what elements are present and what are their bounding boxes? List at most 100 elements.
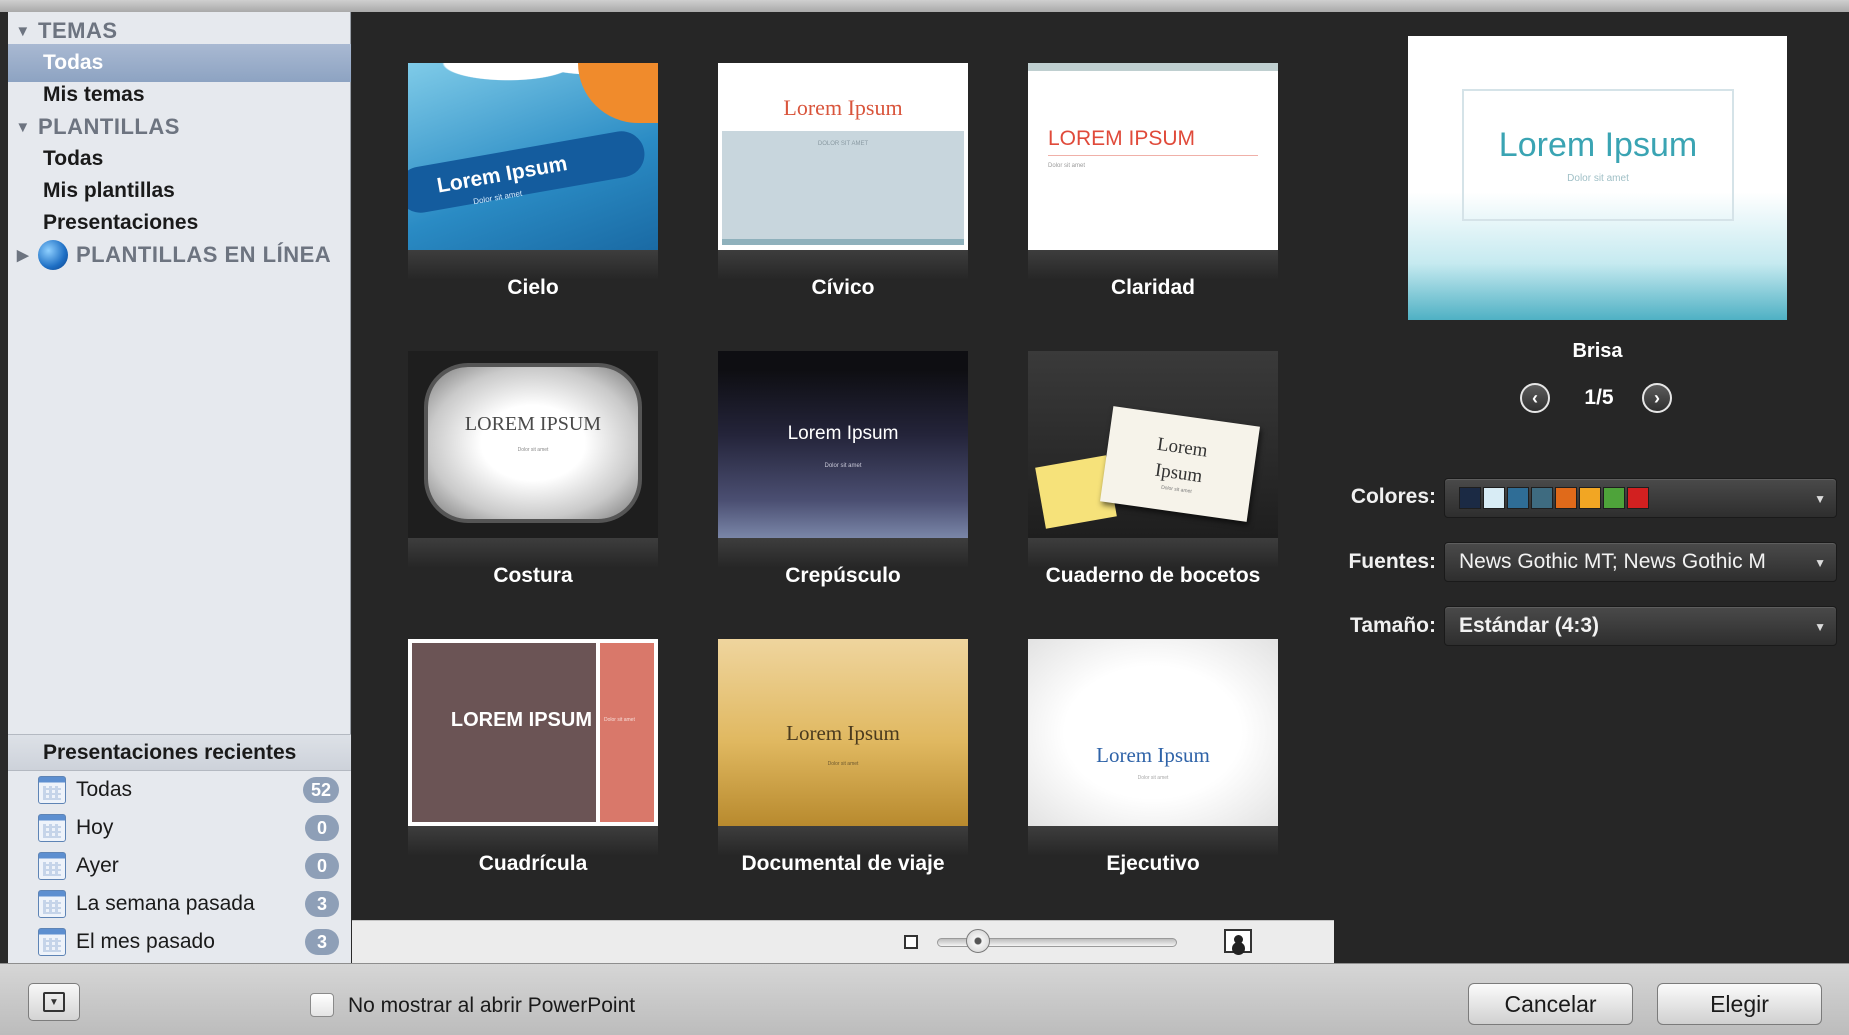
recent-item-label: El mes pasado bbox=[76, 930, 215, 953]
fonts-dropdown[interactable]: News Gothic MT; News Gothic M ▼ bbox=[1444, 542, 1837, 582]
recent-item-mes-pasado[interactable]: El mes pasado 3 bbox=[8, 923, 351, 961]
recent-header: Presentaciones recientes bbox=[8, 735, 351, 771]
colors-label: Colores: bbox=[1350, 485, 1436, 508]
thumb-title: LOREM IPSUM bbox=[464, 413, 602, 435]
theme-thumb-documental-de-viaje[interactable]: Lorem Ipsum Dolor sit amet bbox=[718, 639, 968, 826]
colors-dropdown[interactable]: ▼ bbox=[1444, 478, 1837, 518]
section-temas-label: TEMAS bbox=[38, 18, 118, 43]
theme-preview: Lorem Ipsum Dolor sit amet bbox=[1408, 36, 1787, 320]
sidebar-toggle-button[interactable]: ▼ bbox=[28, 983, 80, 1021]
recent-item-todas[interactable]: Todas 52 bbox=[8, 771, 351, 809]
sidebar-item-label: Todas bbox=[43, 147, 104, 170]
thumb-subtitle: DOLOR SIT AMET bbox=[817, 141, 869, 147]
theme-name-crepusculo: Crepúsculo bbox=[785, 564, 901, 587]
large-thumbnail-icon[interactable] bbox=[1224, 929, 1252, 953]
theme-gallery: Lorem Ipsum Dolor sit amet Cielo Lorem I… bbox=[352, 12, 1334, 920]
thumb-title: Lorem Ipsum bbox=[1096, 743, 1210, 767]
choose-button[interactable]: Elegir bbox=[1657, 983, 1822, 1025]
theme-thumb-cuadricula[interactable]: LOREM IPSUM Dolor sit amet bbox=[408, 639, 658, 826]
calendar-icon bbox=[38, 928, 66, 956]
theme-name-cielo: Cielo bbox=[507, 276, 559, 299]
color-swatch bbox=[1507, 487, 1529, 509]
thumb-band bbox=[722, 131, 964, 243]
dont-show-label[interactable]: No mostrar al abrir PowerPoint bbox=[348, 994, 635, 1018]
color-swatches bbox=[1459, 487, 1651, 509]
thumb-subtitle: Dolor sit amet bbox=[604, 717, 635, 723]
calendar-icon bbox=[38, 814, 66, 842]
chevron-down-icon: ▼ bbox=[1814, 492, 1826, 506]
count-badge: 3 bbox=[305, 891, 339, 917]
size-label: Tamaño: bbox=[1350, 614, 1436, 637]
thumb-title: Lorem Ipsum bbox=[1153, 433, 1209, 488]
calendar-icon bbox=[38, 890, 66, 918]
thumb-subtitle: Dolor sit amet bbox=[824, 463, 862, 469]
theme-name-claridad: Claridad bbox=[1110, 276, 1196, 299]
sidebar-item-label: Presentaciones bbox=[43, 211, 199, 234]
thumb-subtitle: Dolor sit amet bbox=[827, 761, 859, 767]
count-badge: 3 bbox=[305, 929, 339, 955]
thumbnail-zoom-bar bbox=[352, 920, 1334, 963]
fonts-label: Fuentes: bbox=[1348, 550, 1436, 573]
thumb-band bbox=[722, 239, 964, 245]
theme-name-ejecutivo: Ejecutivo bbox=[1106, 852, 1200, 875]
thumb-panel bbox=[412, 643, 596, 822]
chevron-down-icon: ▼ bbox=[1814, 620, 1826, 634]
preview-theme-name: Brisa bbox=[1572, 340, 1623, 362]
recent-item-label: Hoy bbox=[76, 816, 114, 839]
recent-item-ayer[interactable]: Ayer 0 bbox=[8, 847, 351, 885]
cancel-button[interactable]: Cancelar bbox=[1468, 983, 1633, 1025]
thumb-subtitle: Dolor sit amet bbox=[517, 447, 549, 453]
theme-thumb-claridad[interactable]: LOREM IPSUM Dolor sit amet bbox=[1028, 63, 1278, 250]
theme-thumb-cielo[interactable]: Lorem Ipsum Dolor sit amet bbox=[408, 63, 658, 250]
recent-item-hoy[interactable]: Hoy 0 bbox=[8, 809, 351, 847]
theme-name-costura: Costura bbox=[493, 564, 573, 587]
calendar-icon bbox=[38, 852, 66, 880]
thumb-title: Lorem Ipsum bbox=[787, 423, 899, 444]
theme-name-documental-de-viaje: Documental de viaje bbox=[741, 852, 945, 875]
color-swatch bbox=[1459, 487, 1481, 509]
dont-show-checkbox[interactable] bbox=[310, 993, 334, 1017]
count-badge: 0 bbox=[305, 853, 339, 879]
calendar-icon bbox=[38, 776, 66, 804]
thumb-title: Lorem Ipsum bbox=[783, 95, 903, 120]
section-plantillas-en-linea[interactable]: ▶ PLANTILLAS EN LÍNEA bbox=[8, 236, 351, 274]
size-dropdown[interactable]: Estándar (4:3) ▼ bbox=[1444, 606, 1837, 646]
chevron-right-icon[interactable]: › bbox=[1642, 383, 1672, 413]
thumb-rule bbox=[1048, 155, 1258, 156]
color-swatch bbox=[1483, 487, 1505, 509]
globe-icon bbox=[38, 240, 68, 270]
chevron-down-icon: ▼ bbox=[1814, 556, 1826, 570]
count-badge: 0 bbox=[305, 815, 339, 841]
window-top-strip bbox=[0, 0, 1849, 12]
theme-name-cuaderno-de-bocetos: Cuaderno de bocetos bbox=[1045, 564, 1261, 587]
theme-thumb-cuaderno-de-bocetos[interactable]: Lorem Ipsum Dolor sit amet bbox=[1028, 351, 1278, 538]
theme-thumb-ejecutivo[interactable]: Lorem Ipsum Dolor sit amet bbox=[1028, 639, 1278, 826]
color-swatch bbox=[1555, 487, 1577, 509]
theme-thumb-costura[interactable]: LOREM IPSUM Dolor sit amet bbox=[408, 351, 658, 538]
recent-item-semana-pasada[interactable]: La semana pasada 3 bbox=[8, 885, 351, 923]
theme-name-cuadricula: Cuadrícula bbox=[478, 852, 588, 875]
theme-thumb-crepusculo[interactable]: Lorem Ipsum Dolor sit amet bbox=[718, 351, 968, 538]
sidebar-item-label: Mis plantillas bbox=[43, 179, 175, 202]
color-swatch bbox=[1627, 487, 1649, 509]
preview-title: Lorem Ipsum bbox=[1498, 126, 1698, 164]
recent-item-label: Ayer bbox=[76, 854, 119, 877]
theme-name-civico: Cívico bbox=[811, 276, 875, 299]
sidebar-item-label: Todas bbox=[43, 51, 104, 74]
zoom-slider-knob[interactable] bbox=[965, 929, 990, 953]
section-plantillas-label: PLANTILLAS bbox=[38, 114, 180, 139]
fonts-value: News Gothic MT; News Gothic M bbox=[1459, 550, 1766, 573]
small-thumbnail-icon[interactable] bbox=[904, 935, 918, 949]
sidebar-item-label: Mis temas bbox=[43, 83, 145, 106]
theme-thumb-civico[interactable]: Lorem Ipsum DOLOR SIT AMET bbox=[718, 63, 968, 250]
sidebar-categories: ▼ TEMAS Todas Mis temas ▼ PLANTILLAS Tod… bbox=[8, 12, 351, 734]
chevron-left-icon[interactable]: ‹ bbox=[1520, 383, 1550, 413]
triangle-down-icon: ▼ bbox=[15, 22, 31, 40]
sidebar: ▼ TEMAS Todas Mis temas ▼ PLANTILLAS Tod… bbox=[8, 12, 351, 963]
triangle-right-icon: ▶ bbox=[16, 247, 30, 264]
recent-item-label: Todas bbox=[76, 778, 133, 801]
thumb-title: LOREM IPSUM bbox=[450, 709, 592, 731]
bottom-bar: ▼ No mostrar al abrir PowerPoint Cancela… bbox=[0, 963, 1849, 1035]
size-value: Estándar (4:3) bbox=[1459, 614, 1600, 637]
sidebar-toggle-icon: ▼ bbox=[43, 992, 65, 1012]
